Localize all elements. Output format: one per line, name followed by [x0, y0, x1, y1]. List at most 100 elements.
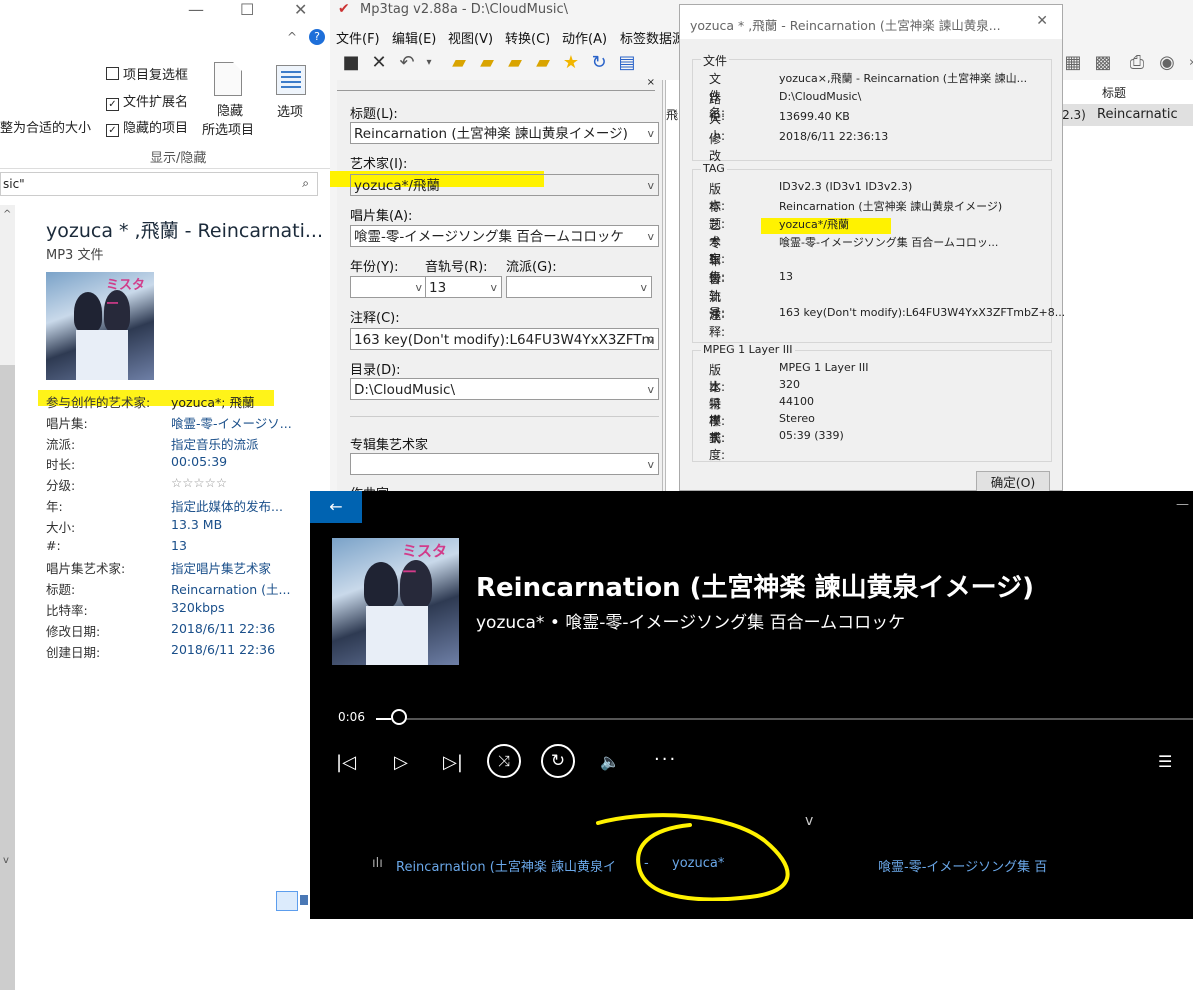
genre-field[interactable]: v — [506, 276, 652, 298]
comment-field[interactable]: 163 key(Don't modify):L64FU3W4YxX3ZFTm v — [350, 328, 659, 350]
delete-icon[interactable]: ✕ — [368, 52, 390, 74]
search-box[interactable]: sic" ⌕ — [0, 172, 318, 196]
now-playing-title[interactable]: Reincarnation (土宮神楽 諫山黄泉イ — [396, 856, 616, 875]
property-value[interactable]: 指定此媒体的发布... — [171, 496, 283, 515]
tag-to-filename-icon[interactable]: ▰ — [476, 52, 498, 74]
year-field[interactable]: v — [350, 276, 427, 298]
seek-bar-thumb[interactable] — [390, 709, 407, 725]
web-icon[interactable]: ◉ — [1156, 52, 1178, 74]
large-icons-view-icon[interactable] — [300, 895, 308, 905]
artist-field[interactable]: yozuca*/飛蘭 v — [350, 174, 659, 196]
menu-view[interactable]: 视图(V) — [448, 28, 493, 47]
repeat-icon[interactable]: ↻ — [541, 744, 575, 778]
property-value[interactable]: 13 — [171, 538, 187, 553]
chevron-down-icon[interactable]: v — [647, 123, 654, 143]
column-header-title[interactable]: 标题 — [1102, 84, 1126, 101]
print-icon[interactable]: ⎙ — [1126, 52, 1148, 74]
directory-value: D:\CloudMusic\ — [354, 382, 456, 398]
options-button[interactable]: 选项 — [277, 101, 303, 120]
file-extensions-option[interactable]: ✓ 文件扩展名 — [106, 91, 188, 111]
menu-actions[interactable]: 动作(A) — [562, 28, 607, 47]
undo-icon[interactable]: ↶ — [396, 52, 418, 74]
directory-field[interactable]: D:\CloudMusic\ v — [350, 378, 659, 400]
chevron-down-icon[interactable]: v — [647, 379, 654, 399]
close-icon[interactable]: ✕ — [1036, 13, 1048, 29]
track-field[interactable]: 13 v — [425, 276, 502, 298]
next-icon[interactable]: ▷| — [443, 752, 463, 773]
property-value[interactable]: 00:05:39 — [171, 454, 227, 469]
chevron-down-icon[interactable]: v — [647, 329, 654, 349]
property-value[interactable]: 320kbps — [171, 600, 224, 615]
ribbon-divider — [0, 168, 330, 169]
shuffle-icon[interactable]: ⤨ — [487, 744, 521, 778]
more-icon[interactable]: » — [1182, 52, 1193, 74]
menu-edit[interactable]: 编辑(E) — [392, 28, 436, 47]
album-field[interactable]: 喰霊-零-イメージソング集 百合ームコロッケ v — [350, 225, 659, 247]
now-playing-album[interactable]: 喰霊-零-イメージソング集 百 — [878, 856, 1047, 875]
chevron-down-icon[interactable]: v — [647, 454, 654, 474]
hidden-items-option[interactable]: ✓ 隐藏的项目 — [106, 117, 188, 137]
chevron-down-icon[interactable]: v — [640, 277, 647, 297]
export-icon[interactable]: ▦ — [1062, 52, 1084, 74]
item-checkboxes-option[interactable]: 项目复选框 — [106, 64, 188, 83]
search-icon[interactable]: ⌕ — [302, 176, 309, 191]
table-row[interactable]: v2.3) Reincarnatic — [1053, 104, 1193, 126]
filename-to-tag-icon[interactable]: ▰ — [504, 52, 526, 74]
property-value[interactable]: 2018/6/11 22:36 — [171, 642, 275, 657]
play-icon[interactable]: ▷ — [394, 752, 408, 773]
ok-button[interactable]: 确定(O) — [976, 471, 1050, 493]
seek-bar-fill — [376, 718, 391, 720]
hide-selected-label-1[interactable]: 隐藏 — [217, 100, 243, 119]
now-playing-list-icon[interactable]: ☰ — [1158, 752, 1172, 771]
back-button[interactable]: ← — [310, 491, 362, 523]
title-field[interactable]: Reincarnation (土宮神楽 諫山黄泉イメージ) v — [350, 122, 659, 144]
chevron-down-icon[interactable]: v — [805, 813, 813, 829]
seek-bar[interactable] — [376, 709, 1193, 725]
property-value[interactable]: Reincarnation (土... — [171, 579, 290, 598]
save-icon[interactable]: ■ — [340, 52, 362, 74]
chevron-down-icon[interactable]: v — [647, 226, 654, 246]
property-value[interactable]: 指定唱片集艺术家 — [171, 558, 271, 577]
property-value[interactable]: 13.3 MB — [171, 517, 222, 532]
property-value[interactable]: 指定音乐的流派 — [171, 434, 259, 453]
property-value[interactable]: 喰霊-零-イメージソ... — [171, 413, 292, 432]
volume-icon[interactable]: 🔈 — [600, 752, 620, 771]
tools-icon[interactable]: ▩ — [1092, 52, 1114, 74]
options-icon — [276, 65, 306, 95]
list-row-partial[interactable]: 飛 — [666, 106, 678, 123]
scrollbar-thumb[interactable] — [0, 365, 15, 990]
text-to-tag-icon[interactable]: ▰ — [532, 52, 554, 74]
minimize-button[interactable]: — — [1176, 497, 1189, 512]
property-value[interactable]: yozuca*; 飛蘭 — [171, 392, 255, 411]
menu-tag-sources[interactable]: 标签数据源 — [620, 28, 685, 47]
chevron-down-icon[interactable]: v — [490, 277, 497, 297]
property-value[interactable]: ☆☆☆☆☆ — [171, 475, 227, 490]
file-properties-dialog: yozuca * ,飛蘭 - Reincarnation (土宮神楽 諫山黄泉.… — [679, 4, 1065, 493]
playlist-icon[interactable]: ▤ — [616, 52, 638, 74]
album-artist-field[interactable]: v — [350, 453, 659, 475]
undo-dropdown-icon[interactable]: ▾ — [418, 52, 440, 74]
menu-file[interactable]: 文件(F) — [336, 28, 380, 47]
chevron-down-icon[interactable]: v — [415, 277, 422, 297]
property-value[interactable]: 2018/6/11 22:36 — [171, 621, 275, 636]
more-options-icon[interactable]: ··· — [654, 749, 677, 770]
close-panel-icon[interactable]: × — [647, 77, 655, 88]
previous-icon[interactable]: |◁ — [336, 752, 356, 773]
scroll-down-icon[interactable]: v — [3, 855, 9, 866]
fit-size-button[interactable]: 整为合适的大小 — [0, 117, 91, 136]
menu-convert[interactable]: 转换(C) — [505, 28, 550, 47]
scroll-up-icon[interactable]: ^ — [3, 209, 11, 220]
tag-file-icon[interactable]: ▰ — [448, 52, 470, 74]
refresh-icon[interactable]: ↻ — [588, 52, 610, 74]
favorite-star-icon[interactable]: ★ — [560, 52, 582, 74]
close-button[interactable]: ✕ — [294, 0, 307, 19]
maximize-button[interactable]: ☐ — [240, 0, 254, 19]
minimize-button[interactable]: — — [188, 0, 204, 19]
search-input[interactable]: sic" — [3, 177, 25, 191]
hide-selected-label-2[interactable]: 所选项目 — [202, 119, 254, 138]
help-icon[interactable]: ? — [309, 29, 325, 45]
chevron-down-icon[interactable]: v — [647, 175, 654, 195]
collapse-ribbon-icon[interactable]: ^ — [287, 30, 297, 44]
scrollbar[interactable]: ^ v — [0, 205, 15, 990]
details-view-icon[interactable] — [276, 891, 298, 911]
